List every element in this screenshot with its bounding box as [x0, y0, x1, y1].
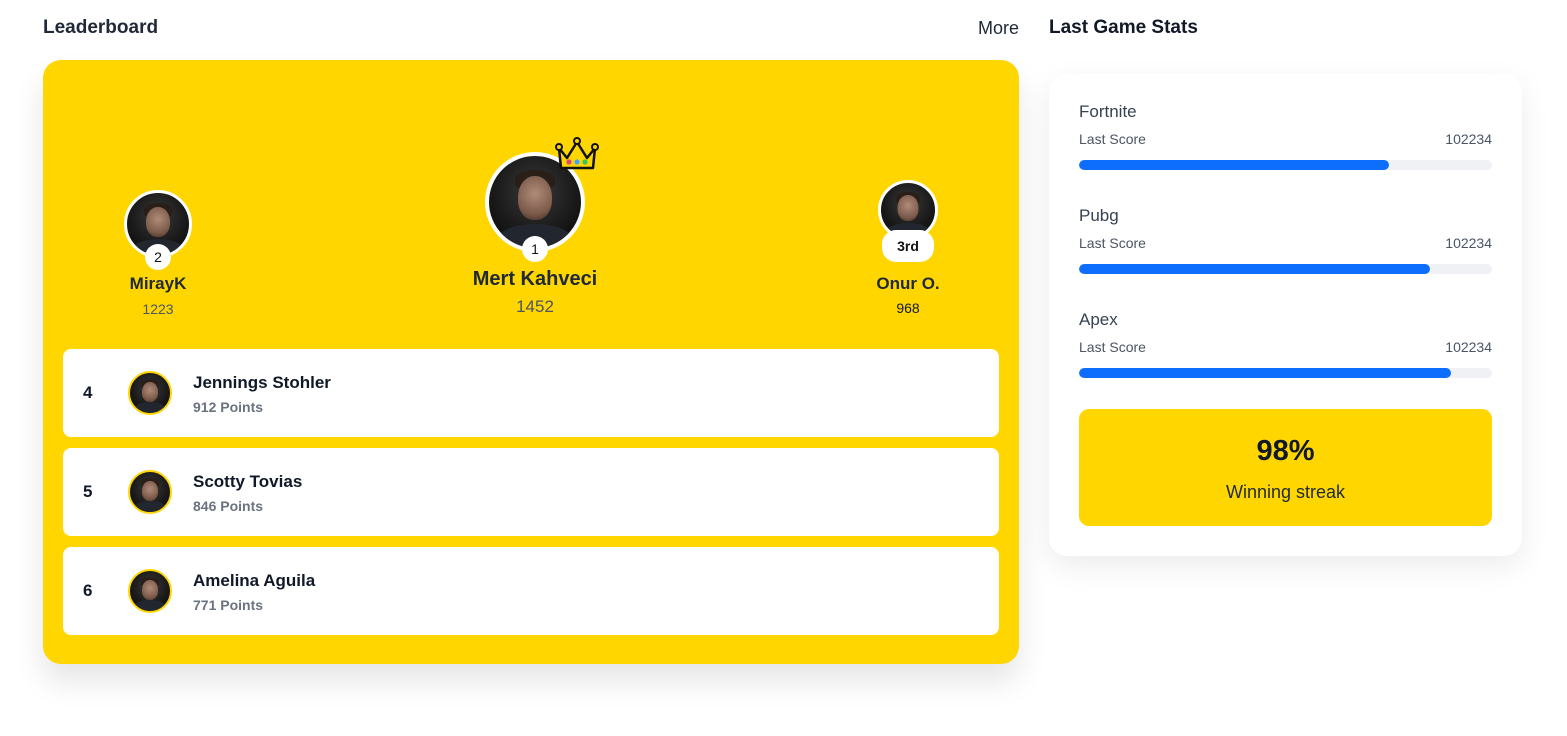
avatar: [128, 371, 172, 415]
leaderboard-title: Leaderboard: [43, 17, 159, 38]
streak-value: 98%: [1256, 435, 1315, 467]
rank-badge: 2: [145, 244, 171, 270]
crown-icon: [555, 136, 599, 172]
score-label: Last Score: [1079, 235, 1146, 251]
row-name: Jennings Stohler: [193, 373, 331, 392]
avatar: [128, 569, 172, 613]
avatar: [128, 470, 172, 514]
score-value: 102234: [1445, 131, 1492, 147]
podium-name: MirayK: [129, 274, 187, 293]
row-points: 846 Points: [193, 498, 264, 514]
game-stat-fortnite: Fortnite Last Score 102234: [1079, 102, 1492, 170]
progress-fill: [1079, 368, 1451, 378]
podium-third[interactable]: 3rd Onur O. 968: [876, 180, 940, 316]
row-rank: 6: [83, 581, 93, 600]
podium-first[interactable]: 1 Mert Kahveci 1452: [473, 137, 599, 316]
leaderboard-card: 2 MirayK 1223 1 Mert Kahveci 1452 3rd On…: [43, 60, 1019, 664]
game-name: Apex: [1079, 310, 1118, 329]
streak-label: Winning streak: [1225, 482, 1346, 502]
game-name: Fortnite: [1079, 102, 1137, 121]
list-item[interactable]: 6 Amelina Aguila 771 Points: [63, 547, 999, 635]
row-points: 771 Points: [193, 597, 264, 613]
score-value: 102234: [1445, 339, 1492, 355]
stats-title: Last Game Stats: [1049, 17, 1198, 38]
row-name: Scotty Tovias: [193, 472, 303, 491]
more-link[interactable]: More: [978, 18, 1019, 39]
row-points: 912 Points: [193, 399, 264, 415]
list-item[interactable]: 5 Scotty Tovias 846 Points: [63, 448, 999, 536]
score-label: Last Score: [1079, 131, 1146, 147]
progress-fill: [1079, 160, 1389, 170]
game-name: Pubg: [1079, 206, 1119, 225]
podium-name: Onur O.: [876, 274, 940, 293]
progress-bar: [1079, 264, 1492, 274]
podium-score: 968: [896, 300, 920, 316]
row-rank: 4: [83, 383, 93, 402]
row-name: Amelina Aguila: [193, 571, 316, 590]
list-item[interactable]: 4 Jennings Stohler 912 Points: [63, 349, 999, 437]
row-rank: 5: [83, 482, 93, 501]
winning-streak-card: 98% Winning streak: [1079, 409, 1492, 526]
podium-score: 1452: [516, 297, 554, 316]
score-label: Last Score: [1079, 339, 1146, 355]
podium-second[interactable]: 2 MirayK 1223: [123, 190, 193, 317]
stats-card: Fortnite Last Score 102234 Pubg Last Sco…: [1049, 74, 1522, 556]
score-value: 102234: [1445, 235, 1492, 251]
progress-bar: [1079, 368, 1492, 378]
progress-fill: [1079, 264, 1431, 274]
rank-badge: 1: [522, 236, 548, 262]
podium-name: Mert Kahveci: [472, 268, 598, 290]
progress-bar: [1079, 160, 1492, 170]
game-stat-pubg: Pubg Last Score 102234: [1079, 206, 1492, 274]
game-stat-apex: Apex Last Score 102234: [1079, 310, 1492, 378]
podium-score: 1223: [142, 301, 174, 317]
rank-badge: 3rd: [882, 230, 934, 262]
